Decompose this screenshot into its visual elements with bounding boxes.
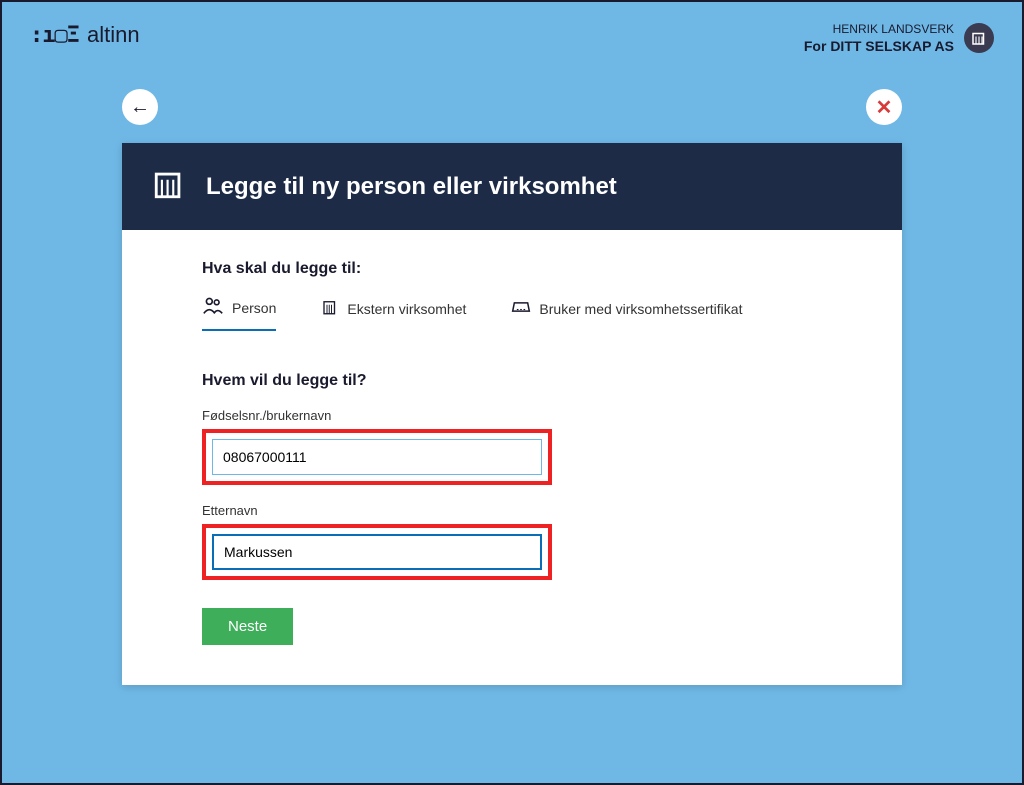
tab-bruker-label: Bruker med virksomhetssertifikat [539,301,742,317]
device-icon [511,299,531,318]
fodselsnr-label: Fødselsnr./brukernavn [202,408,822,423]
tab-ekstern-label: Ekstern virksomhet [347,301,466,317]
highlight-etternavn [202,524,552,580]
user-info[interactable]: HENRIK LANDSVERK For DITT SELSKAP AS [804,22,994,54]
modal-title: Legge til ny person eller virksomhet [206,173,617,201]
back-button[interactable]: ← [122,89,158,125]
org-line: For DITT SELSKAP AS [804,38,954,54]
close-button[interactable]: ✕ [866,89,902,125]
logo[interactable]: :ı▢Ξ altinn [30,22,140,48]
fodselsnr-input[interactable] [212,439,542,475]
tabs: Person Ekstern virksomhet Bruker med vir… [202,296,822,332]
modal-header: Legge til ny person eller virksomhet [122,143,902,230]
people-icon [202,296,224,319]
section-who-label: Hvem vil du legge til? [202,372,822,390]
logo-text: altinn [87,22,140,48]
modal: Legge til ny person eller virksomhet Hva… [122,143,902,685]
etternavn-input[interactable] [212,534,542,570]
section-what-label: Hva skal du legge til: [202,260,822,278]
building-small-icon [321,298,339,319]
tab-person-label: Person [232,300,276,316]
user-name: HENRIK LANDSVERK [804,22,954,36]
next-button[interactable]: Neste [202,608,293,645]
tab-bruker[interactable]: Bruker med virksomhetssertifikat [511,296,742,331]
building-icon [152,167,186,206]
avatar-building-icon [964,23,994,53]
highlight-fodselsnr [202,429,552,485]
etternavn-label: Etternavn [202,503,822,518]
close-icon: ✕ [876,95,893,120]
logo-mark-icon: :ı▢Ξ [30,23,79,48]
tab-ekstern[interactable]: Ekstern virksomhet [321,296,466,331]
arrow-left-icon: ← [130,96,150,119]
tab-person[interactable]: Person [202,296,276,331]
